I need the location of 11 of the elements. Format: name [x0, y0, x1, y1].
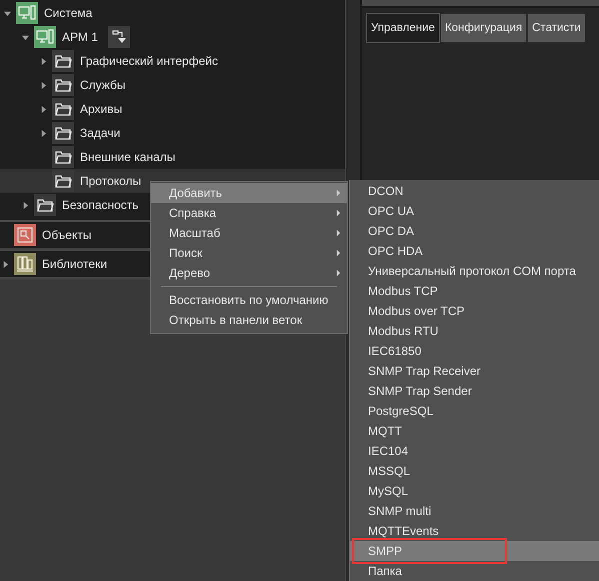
- tree-item-label: Графический интерфейс: [80, 54, 218, 68]
- section-label: Библиотеки: [42, 257, 108, 271]
- section-label: Объекты: [42, 228, 92, 242]
- tree-item-label: Безопасность: [62, 198, 139, 212]
- tree-item-label: Протоколы: [80, 174, 142, 188]
- tree-item-label: Задачи: [80, 126, 120, 140]
- tree-item-label: АРМ 1: [62, 30, 98, 44]
- tree-item-label: Архивы: [80, 102, 122, 116]
- tree-item-label: Система: [44, 6, 92, 20]
- tree-item-label: Службы: [80, 78, 126, 92]
- tree-item-label: Внешние каналы: [80, 150, 176, 164]
